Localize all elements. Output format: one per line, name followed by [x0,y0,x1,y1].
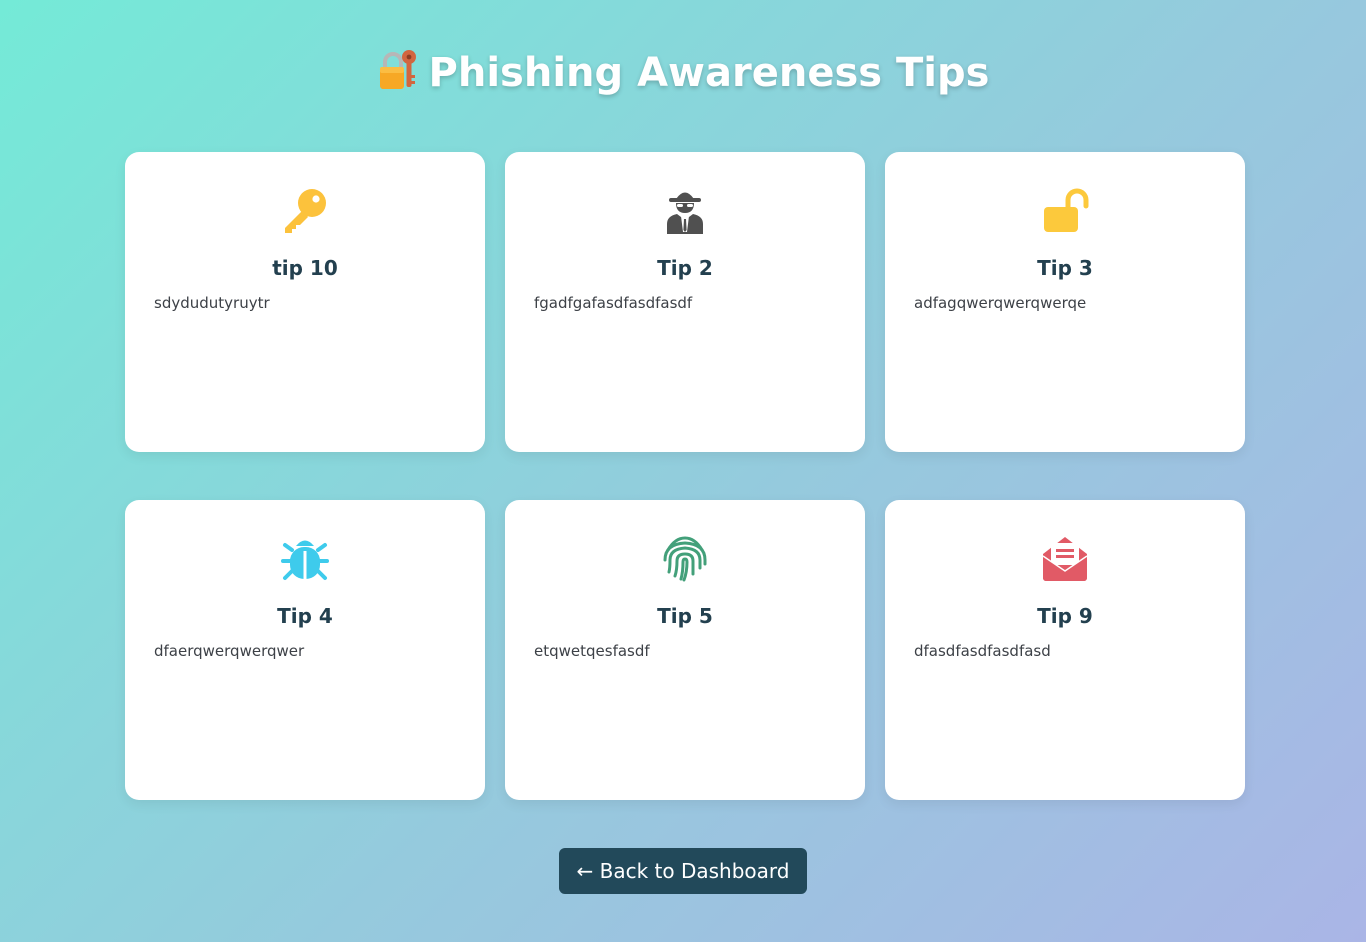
tip-title: Tip 5 [657,604,713,628]
tip-text: dfaerqwerqwerqwer [154,642,305,660]
tip-title: Tip 3 [1037,256,1093,280]
tip-text: dfasdfasdfasdfasd [914,642,1051,660]
tip-title: tip 10 [272,256,338,280]
tip-card: Tip 5 etqwetqesfasdf [505,500,865,800]
tip-title: Tip 9 [1037,604,1093,628]
back-to-dashboard-button[interactable]: ← Back to Dashboard [559,848,807,894]
tip-card: Tip 4 dfaerqwerqwerqwer [125,500,485,800]
key-icon [285,189,326,233]
envelope-open-text-icon [1042,537,1088,581]
tip-text: adfagqwerqwerqwerqe [914,294,1087,312]
tip-text: etqwetqesfasdf [534,642,650,660]
tip-text: fgadfgafasdfasdfasdf [534,294,693,312]
page-title: Phishing Awareness Tips [0,48,1366,96]
tip-title: Tip 4 [277,604,333,628]
bug-icon [281,540,329,580]
tips-grid: tip 10 sdydudutyruytr Tip 2 fgadfgafasdf… [125,152,1245,800]
page-title-text: Phishing Awareness Tips [428,50,990,96]
unlocked-padlock-icon [1044,188,1089,232]
tip-card: Tip 3 adfagqwerqwerqwerqe [885,152,1245,452]
tip-card: tip 10 sdydudutyruytr [125,152,485,452]
hacker-spy-icon [667,192,703,234]
tip-card: Tip 9 dfasdfasdfasdfasd [885,500,1245,800]
tip-card: Tip 2 fgadfgafasdfasdfasdf [505,152,865,452]
fingerprint-icon [663,536,707,582]
tip-title: Tip 2 [657,256,713,280]
locked-with-key-icon [379,50,416,89]
tip-text: sdydudutyruytr [154,294,270,312]
